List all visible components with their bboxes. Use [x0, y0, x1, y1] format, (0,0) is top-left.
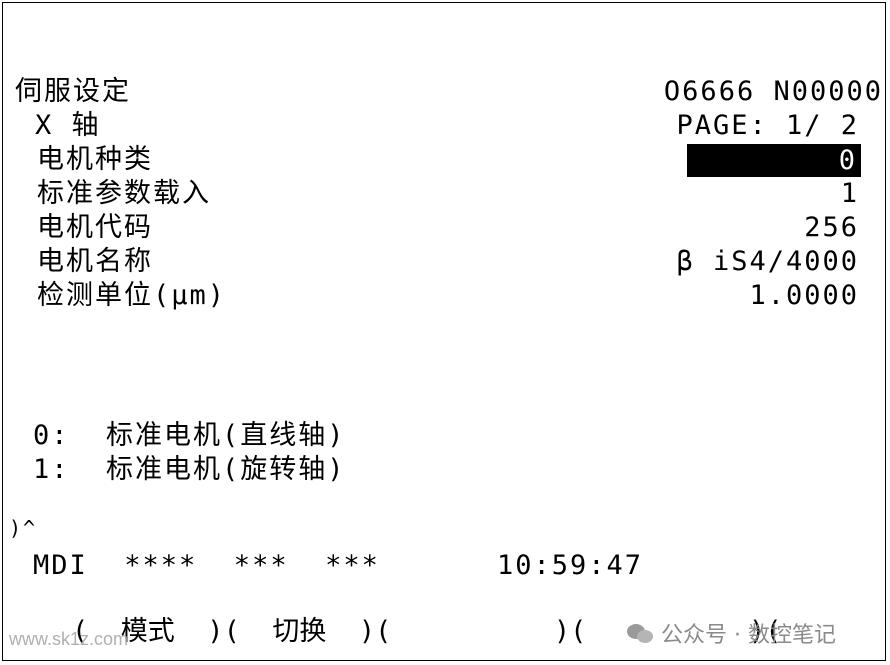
- program-number: O6666 N00000: [663, 76, 883, 107]
- input-prompt[interactable]: )^: [9, 513, 37, 543]
- axis-label: X 轴: [35, 110, 101, 141]
- param-value-motor-type[interactable]: 0: [687, 144, 861, 177]
- help-line-1: 1: 标准电机(旋转轴): [33, 454, 346, 485]
- param-label-motor-name: 电机名称: [37, 246, 153, 277]
- param-label-std-load: 标准参数载入: [37, 178, 211, 209]
- page-title: 伺服设定: [15, 76, 131, 107]
- help-line-0: 0: 标准电机(直线轴): [33, 420, 346, 451]
- param-value-motor-name[interactable]: β iS4/4000: [676, 247, 859, 277]
- wechat-icon: [627, 622, 655, 644]
- param-value-motor-code[interactable]: 256: [804, 213, 859, 243]
- cnc-screen: 伺服设定 O6666 N00000 X 轴 PAGE: 1/ 2 电机种类 0 …: [2, 2, 886, 661]
- param-value-std-load[interactable]: 1: [841, 179, 859, 209]
- watermark-account-text: 公众号 · 数控笔记: [661, 623, 836, 648]
- param-label-motor-code: 电机代码: [37, 212, 153, 243]
- status-mode: MDI **** *** ***: [33, 550, 380, 581]
- param-label-motor-type: 电机种类: [37, 144, 153, 175]
- page-indicator: PAGE: 1/ 2: [676, 110, 859, 141]
- param-label-detect-unit: 检测单位(μm): [37, 280, 227, 311]
- watermark-account: 公众号 · 数控笔记: [627, 617, 836, 649]
- watermark-url: www.sk1z.com: [9, 629, 129, 649]
- param-value-detect-unit[interactable]: 1.0000: [749, 281, 859, 311]
- status-time: 10:59:47: [497, 550, 644, 581]
